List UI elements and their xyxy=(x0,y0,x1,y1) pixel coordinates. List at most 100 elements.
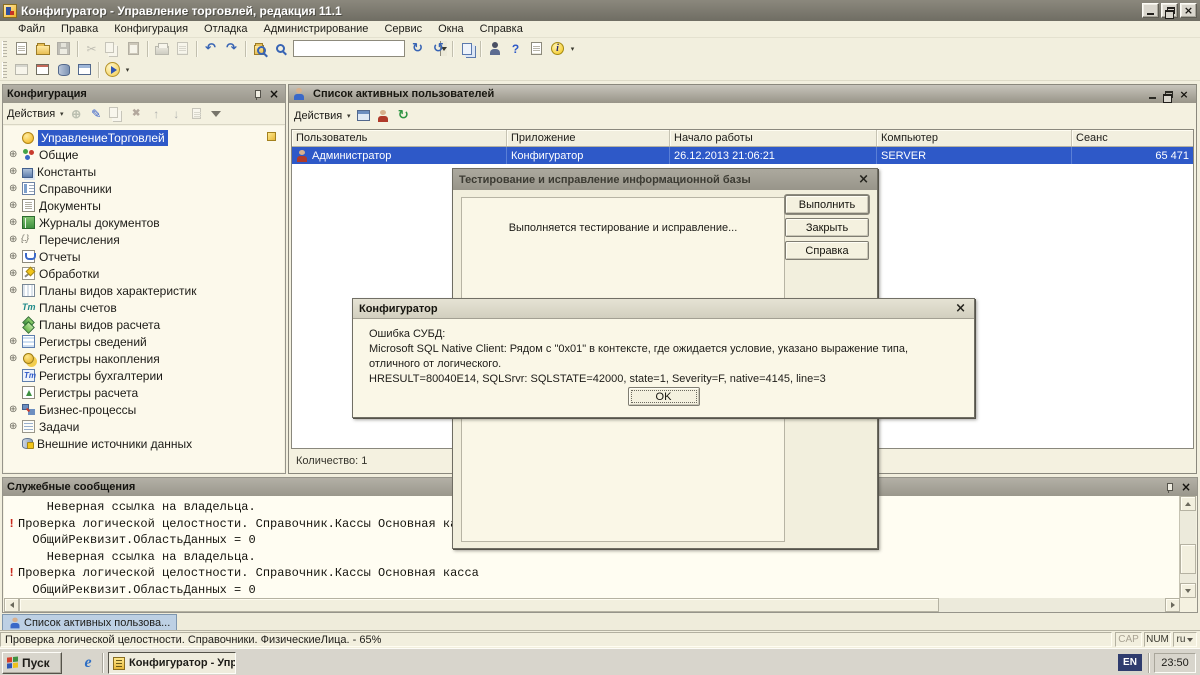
panel-close-icon[interactable]: × xyxy=(267,87,281,101)
tree-item-information-registers[interactable]: ⊕Регистры сведений xyxy=(4,333,284,350)
database-configuration-icon[interactable] xyxy=(54,61,73,79)
save-icon[interactable] xyxy=(54,40,73,58)
expander-icon[interactable]: ⊕ xyxy=(9,149,22,160)
new-document-icon[interactable] xyxy=(12,40,31,58)
expander-icon[interactable]: ⊕ xyxy=(9,353,22,364)
tree-item-calculation-registers[interactable]: Регистры расчета xyxy=(4,384,284,401)
pin-icon[interactable] xyxy=(251,88,263,100)
configuration-window-icon[interactable] xyxy=(12,61,31,79)
documents-stack-icon[interactable] xyxy=(457,40,476,58)
tree-item-tasks[interactable]: ⊕Задачи xyxy=(4,418,284,435)
tree-item-documents[interactable]: ⊕Документы xyxy=(4,197,284,214)
tree-item-common[interactable]: ⊕Общие xyxy=(4,146,284,163)
output-list-icon[interactable] xyxy=(354,107,372,124)
message-line[interactable]: !Проверка логической целостности. Справо… xyxy=(8,565,1179,582)
copy-icon[interactable] xyxy=(103,40,122,58)
open-icon[interactable] xyxy=(33,40,52,58)
menu-windows[interactable]: Окна xyxy=(430,22,472,36)
pin-icon[interactable] xyxy=(1163,481,1175,493)
scroll-up-button[interactable] xyxy=(1180,496,1196,511)
expander-icon[interactable]: ⊕ xyxy=(9,336,22,347)
move-up-icon[interactable]: ↑ xyxy=(147,105,165,122)
close-icon[interactable]: × xyxy=(953,301,968,316)
clone-icon[interactable] xyxy=(107,105,125,122)
exchange-table-icon[interactable] xyxy=(75,61,94,79)
search-icon[interactable] xyxy=(271,40,290,58)
print-preview-icon[interactable] xyxy=(173,40,192,58)
expander-icon[interactable]: ⊕ xyxy=(9,217,22,228)
add-icon[interactable]: ⊕ xyxy=(67,105,85,122)
paste-icon[interactable] xyxy=(124,40,143,58)
tree-item-chart-of-characteristic-types[interactable]: ⊕Планы видов характеристик xyxy=(4,282,284,299)
delete-icon[interactable]: ✖ xyxy=(127,105,145,122)
info-dropdown-icon[interactable]: ▾ xyxy=(568,45,577,53)
menu-debug[interactable]: Отладка xyxy=(196,22,255,36)
tree-item-calculation-types[interactable]: Планы видов расчета xyxy=(4,316,284,333)
menu-service[interactable]: Сервис xyxy=(376,22,430,36)
task-button-configurator[interactable]: Конфигуратор - Упр... xyxy=(108,652,236,674)
move-down-icon[interactable]: ↓ xyxy=(167,105,185,122)
context-help-icon[interactable]: ? xyxy=(506,40,525,58)
column-header-start-time[interactable]: Начало работы xyxy=(670,130,877,146)
debug-dropdown-icon[interactable]: ▾ xyxy=(123,66,132,74)
cut-icon[interactable]: ✂ xyxy=(82,40,101,58)
table-row[interactable]: Администратор Конфигуратор 26.12.2013 21… xyxy=(292,147,1193,164)
close-configuration-icon[interactable] xyxy=(33,61,52,79)
help-topics-icon[interactable] xyxy=(527,40,546,58)
restore-button[interactable] xyxy=(1161,3,1178,18)
tree-item-external-data-sources[interactable]: Внешние источники данных xyxy=(4,435,284,452)
tab-active-users[interactable]: Список активных пользова... xyxy=(2,614,177,630)
menu-administration[interactable]: Администрирование xyxy=(256,22,377,36)
minimize-button[interactable] xyxy=(1142,3,1159,18)
expander-icon[interactable]: ⊕ xyxy=(9,268,22,279)
menu-file[interactable]: Файл xyxy=(10,22,53,36)
start-debugging-icon[interactable] xyxy=(103,61,122,79)
global-search-icon[interactable] xyxy=(250,40,269,58)
tree-item-enums[interactable]: ⊕Перечисления xyxy=(4,231,284,248)
scroll-right-button[interactable] xyxy=(1165,598,1180,612)
menu-configuration[interactable]: Конфигурация xyxy=(106,22,196,36)
tree-item-reports[interactable]: ⊕Отчеты xyxy=(4,248,284,265)
info-icon[interactable]: i xyxy=(548,40,567,58)
expander-icon[interactable]: ⊕ xyxy=(9,166,22,177)
column-header-user[interactable]: Пользователь xyxy=(292,130,507,146)
toolbar-grip[interactable] xyxy=(2,62,7,78)
panel-close-icon[interactable]: × xyxy=(1179,480,1193,494)
expander-icon[interactable]: ⊕ xyxy=(9,285,22,296)
help-button[interactable]: Справка xyxy=(785,241,869,260)
message-line[interactable]: ОбщийРеквизит.ОбластьДанных = 0 xyxy=(8,582,1179,599)
find-previous-icon[interactable]: ↺ xyxy=(429,40,448,58)
scroll-left-button[interactable] xyxy=(4,598,19,612)
print-icon[interactable] xyxy=(152,40,171,58)
keyboard-language-cell[interactable]: ru xyxy=(1173,632,1197,647)
tree-item-constants[interactable]: ⊕Константы xyxy=(4,163,284,180)
run-button[interactable]: Выполнить xyxy=(785,195,869,214)
restore-icon[interactable] xyxy=(1160,87,1176,101)
actions-menu[interactable]: Действия xyxy=(294,110,342,122)
edit-icon[interactable]: ✎ xyxy=(87,105,105,122)
start-button[interactable]: Пуск xyxy=(2,652,62,674)
filter-icon[interactable] xyxy=(207,105,225,122)
expander-icon[interactable]: ⊕ xyxy=(9,421,22,432)
scrollbar-thumb[interactable] xyxy=(1180,544,1196,574)
tree-root[interactable]: УправлениеТорговлей xyxy=(4,129,284,146)
assistant-icon[interactable] xyxy=(485,40,504,58)
ok-button[interactable]: OK xyxy=(628,387,700,406)
close-button[interactable]: Закрыть xyxy=(785,218,869,237)
close-icon[interactable]: × xyxy=(1176,87,1192,101)
close-icon[interactable]: × xyxy=(856,172,871,187)
menu-edit[interactable]: Правка xyxy=(53,22,106,36)
scrollbar-thumb[interactable] xyxy=(19,598,939,612)
tree-item-document-journals[interactable]: ⊕Журналы документов xyxy=(4,214,284,231)
minimize-icon[interactable] xyxy=(1144,87,1160,101)
column-header-computer[interactable]: Компьютер xyxy=(877,130,1072,146)
tree-item-chart-of-accounts[interactable]: Планы счетов xyxy=(4,299,284,316)
refresh-icon[interactable]: ↻ xyxy=(394,107,412,124)
tree-item-catalogs[interactable]: ⊕Справочники xyxy=(4,180,284,197)
vertical-scrollbar[interactable] xyxy=(1180,496,1196,598)
tree-item-business-processes[interactable]: ⊕Бизнес-процессы xyxy=(4,401,284,418)
horizontal-scrollbar[interactable] xyxy=(4,598,1180,612)
tree-item-accumulation-registers[interactable]: ⊕Регистры накопления xyxy=(4,350,284,367)
actions-menu[interactable]: Действия xyxy=(7,108,55,120)
internet-explorer-icon[interactable]: e xyxy=(78,653,98,673)
